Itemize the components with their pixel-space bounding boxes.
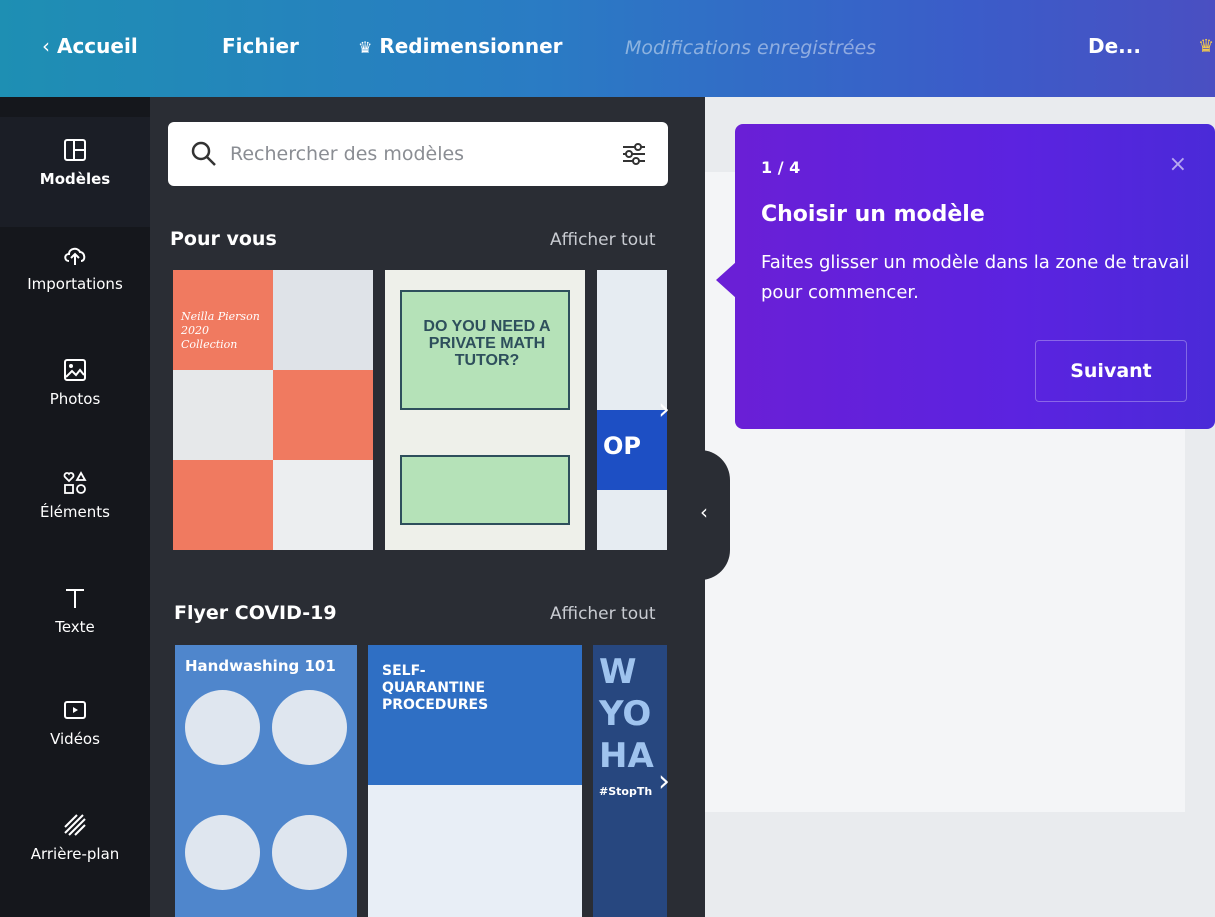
rail-label: Éléments bbox=[40, 503, 110, 521]
chevron-left-icon: ‹ bbox=[42, 34, 50, 58]
thumb-circle bbox=[185, 690, 260, 765]
rail-item-uploads[interactable]: Importations bbox=[0, 242, 150, 293]
top-bar: ‹ Accueil Fichier ♛ Redimensionner Modif… bbox=[0, 0, 1215, 97]
templates-icon bbox=[64, 139, 86, 161]
next-button[interactable]: Suivant bbox=[1035, 340, 1187, 402]
rail-label: Vidéos bbox=[50, 730, 100, 748]
thumb-caption: W YO HA bbox=[599, 652, 654, 776]
onboarding-tooltip: 1 / 4 × Choisir un modèle Faites glisser… bbox=[735, 124, 1215, 429]
home-label: Accueil bbox=[56, 34, 138, 58]
side-rail: Modèles Importations Photos Éléments Tex… bbox=[0, 97, 150, 917]
search-box[interactable] bbox=[168, 122, 668, 186]
background-icon bbox=[64, 814, 86, 836]
see-all-link[interactable]: Afficher tout bbox=[550, 230, 656, 250]
section-title: Flyer COVID-19 bbox=[174, 602, 337, 624]
thumb-caption: OP bbox=[603, 432, 641, 460]
rail-item-elements[interactable]: Éléments bbox=[0, 470, 150, 521]
template-thumb[interactable]: SELF-QUARANTINE PROCEDURES bbox=[368, 645, 582, 917]
search-input[interactable] bbox=[230, 136, 600, 172]
template-thumb[interactable]: Neilla Pierson 2020 Collection bbox=[173, 270, 373, 550]
section-title: Pour vous bbox=[170, 228, 277, 250]
crown-icon: ♛ bbox=[358, 38, 373, 57]
elements-icon bbox=[63, 471, 87, 494]
photo-icon bbox=[64, 359, 86, 381]
template-thumb[interactable]: Handwashing 101 bbox=[175, 645, 357, 917]
rail-label: Importations bbox=[27, 275, 123, 293]
video-icon bbox=[64, 701, 86, 719]
collapse-panel-button[interactable]: ‹ bbox=[690, 450, 730, 580]
thumb-caption: SELF-QUARANTINE PROCEDURES bbox=[382, 663, 489, 713]
resize-button[interactable]: ♛ Redimensionner bbox=[358, 34, 563, 58]
upload-cloud-icon bbox=[64, 247, 86, 265]
rail-label: Arrière-plan bbox=[30, 845, 120, 863]
chevron-right-icon[interactable]: › bbox=[647, 393, 681, 427]
home-button[interactable]: ‹ Accueil bbox=[42, 34, 138, 58]
text-icon bbox=[66, 589, 84, 608]
rail-item-text[interactable]: Texte bbox=[0, 585, 150, 636]
thumb-caption: Neilla Pierson 2020 Collection bbox=[181, 310, 260, 351]
template-thumb[interactable]: DO YOU NEED A PRIVATE MATH TUTOR? bbox=[385, 270, 585, 550]
thumb-caption: DO YOU NEED A PRIVATE MATH TUTOR? bbox=[423, 318, 551, 369]
thumb-circle bbox=[185, 815, 260, 890]
close-icon[interactable]: × bbox=[1169, 152, 1187, 177]
templates-panel: Pour vous Afficher tout Neilla Pierson 2… bbox=[150, 97, 705, 917]
thumb-block bbox=[368, 785, 582, 917]
resize-label: Redimensionner bbox=[379, 34, 563, 58]
rail-label: Modèles bbox=[39, 170, 111, 188]
see-all-link[interactable]: Afficher tout bbox=[550, 604, 656, 624]
tooltip-description: Faites glisser un modèle dans la zone de… bbox=[761, 252, 1190, 303]
chevron-left-icon: ‹ bbox=[700, 500, 708, 524]
photo-tile bbox=[273, 460, 373, 550]
rail-label: Texte bbox=[55, 618, 95, 636]
filter-icon[interactable] bbox=[620, 140, 648, 168]
photo-tile bbox=[173, 370, 273, 460]
thumb-card: DO YOU NEED A PRIVATE MATH TUTOR? bbox=[400, 290, 570, 410]
tooltip-caret bbox=[716, 262, 736, 298]
thumb-circle bbox=[272, 690, 347, 765]
rail-item-background[interactable]: Arrière-plan bbox=[0, 812, 150, 863]
save-status: Modifications enregistrées bbox=[625, 37, 877, 59]
crown-icon: ♛ bbox=[1198, 36, 1215, 57]
search-icon bbox=[191, 141, 216, 166]
rail-item-videos[interactable]: Vidéos bbox=[0, 697, 150, 748]
rail-item-photos[interactable]: Photos bbox=[0, 357, 150, 408]
rail-label: Photos bbox=[49, 390, 101, 408]
photo-tile bbox=[273, 270, 373, 370]
thumb-circle bbox=[272, 815, 347, 890]
thumb-card bbox=[400, 455, 570, 525]
tooltip-title: Choisir un modèle bbox=[761, 202, 985, 227]
rail-item-templates[interactable]: Modèles bbox=[0, 117, 150, 227]
tooltip-step: 1 / 4 bbox=[761, 158, 801, 177]
file-menu-button[interactable]: Fichier bbox=[222, 34, 299, 58]
chevron-right-icon[interactable]: › bbox=[647, 765, 681, 799]
thumb-caption: Handwashing 101 bbox=[185, 657, 336, 675]
thumb-tag: #StopTh bbox=[599, 785, 653, 798]
truncated-menu-button[interactable]: De... bbox=[1088, 34, 1141, 58]
